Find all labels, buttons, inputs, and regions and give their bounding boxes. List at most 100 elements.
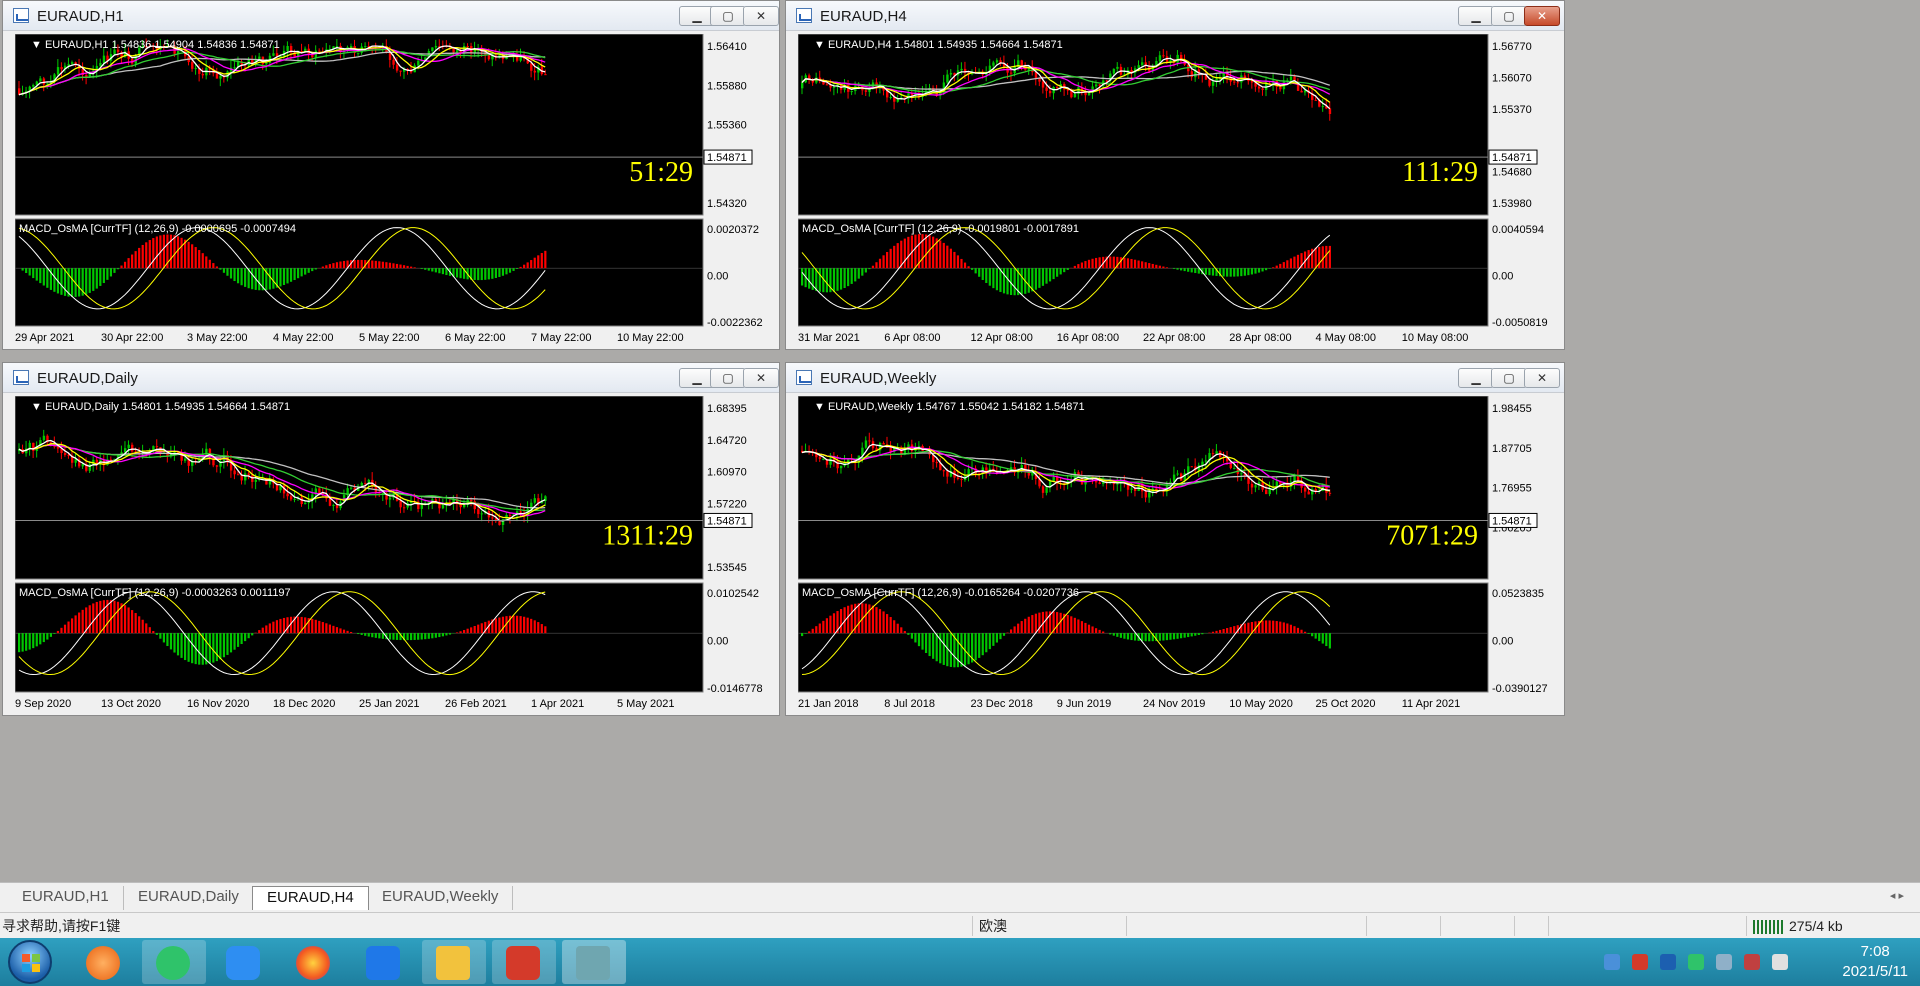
chart-area[interactable]: ▼ EURAUD,Weekly 1.54767 1.55042 1.54182 … [798, 396, 1556, 712]
macd-bar [1066, 268, 1069, 270]
candle-body [85, 74, 88, 77]
maximize-button[interactable]: ▢ [1491, 368, 1527, 388]
macd-bar [286, 617, 289, 634]
close-button[interactable]: ✕ [743, 6, 779, 26]
macd-tick-label: -0.0022362 [707, 317, 763, 329]
mt4-icon [576, 946, 610, 980]
network-icon[interactable] [1716, 954, 1732, 970]
close-button[interactable]: ✕ [743, 368, 779, 388]
candle-body [102, 55, 106, 63]
time-tick-label: 16 Apr 08:00 [1057, 332, 1119, 344]
tab-euraud-h4[interactable]: EURAUD,H4 [252, 886, 369, 910]
time-tick-label: 4 May 08:00 [1316, 332, 1377, 344]
candle-body [42, 78, 46, 85]
macd-bar [420, 633, 423, 640]
candle-body [1137, 483, 1140, 491]
chart-window-h1[interactable]: EURAUD,H1 ▁ ▢ ✕ ▼ EURAUD,H1 1.54836 1.54… [2, 0, 780, 350]
close-button[interactable]: ✕ [1524, 368, 1560, 388]
macd-bar [1194, 268, 1197, 274]
macd-bar [1073, 265, 1076, 269]
taskbar-app-explorer[interactable] [422, 940, 486, 984]
time-tick-label: 4 May 22:00 [273, 332, 334, 344]
macd-bar [808, 268, 811, 289]
macd-bar [949, 633, 952, 667]
macd-bar [882, 611, 885, 634]
wechat-icon[interactable] [1688, 954, 1704, 970]
taskbar-app-3[interactable] [212, 940, 276, 984]
macd-bar [297, 616, 300, 634]
chart-window-daily[interactable]: EURAUD,Daily ▁ ▢ ✕ ▼ EURAUD,Daily 1.5480… [2, 362, 780, 716]
taskbar-app-firefox[interactable] [282, 940, 346, 984]
wps-icon[interactable] [1632, 954, 1648, 970]
signal-icon[interactable] [1772, 954, 1788, 970]
macd-bar [32, 633, 35, 649]
minimize-button[interactable]: ▁ [1458, 368, 1494, 388]
window-titlebar[interactable]: EURAUD,Weekly ▁ ▢ ✕ [786, 363, 1564, 393]
macd-bar [1148, 633, 1151, 642]
macd-bar [226, 633, 229, 655]
candle-body [293, 498, 296, 500]
window-titlebar[interactable]: EURAUD,Daily ▁ ▢ ✕ [3, 363, 779, 393]
macd-bar [1123, 257, 1126, 269]
maximize-button[interactable]: ▢ [1491, 6, 1527, 26]
tab-scroll-arrows[interactable]: ◂ ▸ [1890, 889, 1904, 902]
candle-body [191, 62, 194, 69]
tab-euraud-daily[interactable]: EURAUD,Daily [124, 886, 254, 910]
taskbar-app-mt4[interactable] [562, 940, 626, 984]
taskbar-app-wps[interactable] [492, 940, 556, 984]
macd-bar [99, 268, 102, 286]
macd-bar [275, 620, 279, 634]
macd-bar [258, 630, 261, 634]
system-clock[interactable]: 7:08 2021/5/11 [1842, 942, 1908, 982]
candle-body [1148, 492, 1151, 498]
macd-bar [956, 633, 960, 668]
macd-bar [886, 251, 889, 269]
maximize-button[interactable]: ▢ [710, 368, 746, 388]
macd-bar [198, 250, 201, 269]
chart-area[interactable]: ▼ EURAUD,H4 1.54801 1.54935 1.54664 1.54… [798, 34, 1556, 346]
chart-area[interactable]: ▼ EURAUD,Daily 1.54801 1.54935 1.54664 1… [15, 396, 771, 712]
macd-bar [176, 236, 180, 269]
macd-bar [1034, 268, 1037, 290]
connection-bars-icon [1753, 920, 1783, 935]
macd-bar [106, 268, 109, 280]
chart-svg: ▼ EURAUD,H1 1.54836 1.54904 1.54836 1.54… [15, 34, 771, 346]
close-button[interactable]: ✕ [1524, 6, 1560, 26]
macd-bar [28, 633, 31, 650]
speaker-icon[interactable] [1744, 954, 1760, 970]
macd-bar [413, 267, 416, 269]
macd-bar [364, 633, 367, 636]
minimize-button[interactable]: ▁ [1458, 6, 1494, 26]
time-tick-label: 29 Apr 2021 [15, 332, 74, 344]
taskbar-app-1[interactable] [72, 940, 136, 984]
macd-bar [882, 255, 885, 269]
tab-euraud-h1[interactable]: EURAUD,H1 [8, 886, 124, 910]
chart-area[interactable]: ▼ EURAUD,H1 1.54836 1.54904 1.54836 1.54… [15, 34, 771, 346]
macd-bar [289, 268, 293, 282]
macd-bar [424, 268, 427, 270]
candle-body [1250, 483, 1254, 488]
chart-window-weekly[interactable]: EURAUD,Weekly ▁ ▢ ✕ ▼ EURAUD,Weekly 1.54… [785, 362, 1565, 716]
window-titlebar[interactable]: EURAUD,H1 ▁ ▢ ✕ [3, 1, 779, 31]
window-titlebar[interactable]: EURAUD,H4 ▁ ▢ ✕ [786, 1, 1564, 31]
windows-start-icon[interactable] [8, 940, 52, 984]
macd-bar [494, 268, 497, 278]
usb-icon[interactable] [1604, 954, 1620, 970]
maximize-button[interactable]: ▢ [710, 6, 746, 26]
macd-bar [896, 623, 899, 634]
macd-bar [1204, 268, 1207, 275]
chart-window-h4[interactable]: EURAUD,H4 ▁ ▢ ✕ ▼ EURAUD,H4 1.54801 1.54… [785, 0, 1565, 350]
taskbar-app-5[interactable] [352, 940, 416, 984]
tab-euraud-weekly[interactable]: EURAUD,Weekly [368, 886, 514, 910]
macd-bar [1176, 268, 1179, 270]
macd-bar [1013, 268, 1016, 296]
traffic-text: 275/4 kb [1789, 918, 1843, 934]
macd-bar [70, 268, 74, 297]
macd-bar [293, 268, 296, 281]
candle-body [864, 90, 868, 92]
macd-bar [974, 633, 977, 661]
macd-bar [999, 268, 1002, 292]
candle-body [935, 462, 938, 464]
shield-icon[interactable] [1660, 954, 1676, 970]
taskbar-app-wechat[interactable] [142, 940, 206, 984]
